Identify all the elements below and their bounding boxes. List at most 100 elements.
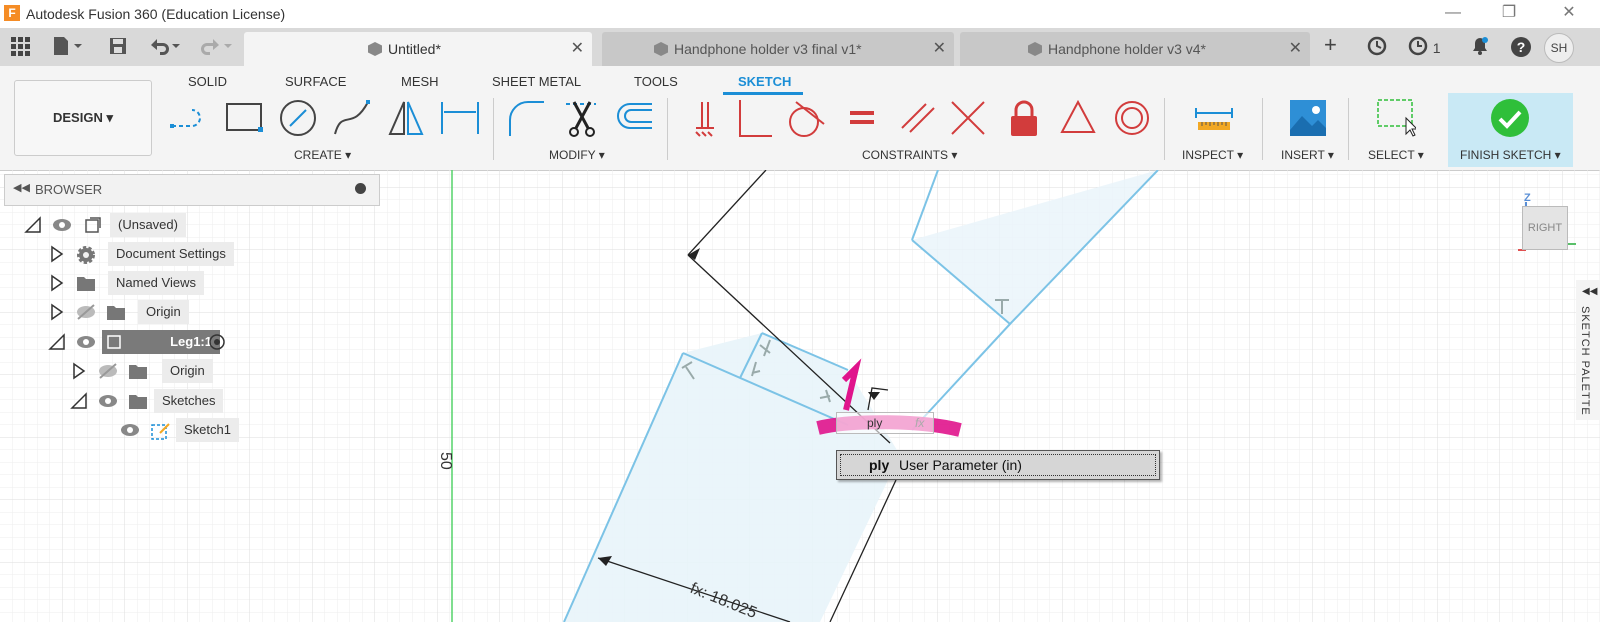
perpendicular-constraint-icon[interactable] [734,98,774,138]
trim-tool-icon[interactable] [562,98,602,138]
tab-label: Handphone holder v3 v4* [1048,41,1207,57]
modify-menu[interactable]: MODIFY ▾ [549,148,605,162]
tree-item-leg[interactable]: Leg1:1 [48,330,248,354]
dimension-tool-icon[interactable] [440,98,480,138]
folder-icon [76,274,95,292]
restore-button[interactable]: ❐ [1492,2,1526,24]
collapse-triangle-icon[interactable] [24,216,42,234]
component-icon [368,42,382,56]
tab-surface[interactable]: SURFACE [285,74,346,89]
component-icon [1028,42,1042,56]
autocomplete-item[interactable]: ply User Parameter (in) [840,454,1156,476]
offset-tool-icon[interactable] [614,98,654,138]
expand-palette-icon[interactable]: ◀◀ [1582,286,1597,297]
tab-untitled[interactable]: Untitled* ✕ [244,32,592,66]
parallel-constraint-icon[interactable] [898,98,938,138]
save-icon[interactable] [108,36,128,61]
create-menu[interactable]: CREATE ▾ [294,148,351,162]
circle-tool-icon[interactable] [278,98,318,138]
tab-solid[interactable]: SOLID [188,74,227,89]
axis-value-label: 50 [437,452,454,470]
folder-icon [106,303,125,321]
help-icon[interactable]: ? [1510,36,1532,63]
expand-triangle-icon[interactable] [48,303,66,321]
mirror-tool-icon[interactable] [386,98,426,138]
view-cube[interactable]: Z RIGHT [1512,192,1582,262]
sketch-palette-tab[interactable]: ◀◀ SKETCH PALETTE [1576,280,1600,420]
app-grid-icon[interactable] [10,36,30,61]
equal-constraint-icon[interactable] [844,98,884,138]
tab-handphone-holder-final[interactable]: Handphone holder v3 final v1* ✕ [602,32,954,66]
insert-menu[interactable]: INSERT ▾ [1281,148,1334,162]
view-cube-face[interactable]: RIGHT [1522,206,1568,250]
expand-triangle-icon[interactable] [70,362,88,380]
tree-item-origin[interactable]: Origin [48,300,248,324]
visibility-eye-icon[interactable] [120,421,139,439]
file-menu-icon[interactable] [52,36,84,61]
tab-mesh[interactable]: MESH [401,74,439,89]
expand-triangle-icon[interactable] [48,274,66,292]
fx-label[interactable]: fx [915,416,924,430]
window-title: Autodesk Fusion 360 (Education License) [26,6,286,22]
fix-lock-icon[interactable] [1004,98,1044,138]
rectangle-tool-icon[interactable] [224,98,264,138]
expand-triangle-icon[interactable] [48,245,66,263]
redo-icon[interactable] [198,36,234,61]
tree-item-sketches[interactable]: Sketches [70,389,270,413]
tab-tools[interactable]: TOOLS [634,74,678,89]
minimize-button[interactable]: — [1436,2,1470,24]
coincident-constraint-icon[interactable] [684,98,724,138]
tangent-constraint-icon[interactable] [786,98,826,138]
tab-close-icon[interactable]: ✕ [933,32,946,66]
tab-close-icon[interactable]: ✕ [1289,32,1302,66]
line-tool-icon[interactable] [170,98,210,138]
tab-close-icon[interactable]: ✕ [571,32,584,66]
visibility-eye-icon[interactable] [76,333,95,351]
select-window-icon[interactable] [1376,98,1419,138]
dimension-input[interactable]: ply fx [836,412,934,434]
tree-item-sketch1[interactable]: Sketch1 [120,418,260,442]
browser-options-icon[interactable] [355,183,366,194]
hidden-eye-icon[interactable] [98,362,117,380]
extensions-icon[interactable] [1367,36,1387,61]
tree-item-named-views[interactable]: Named Views [48,271,248,295]
tree-item-leg-origin[interactable]: Origin [70,359,270,383]
activate-radio-icon[interactable] [208,333,226,351]
tree-item-label: (Unsaved) [110,213,186,237]
select-menu[interactable]: SELECT ▾ [1368,148,1424,162]
insert-image-icon[interactable] [1288,98,1328,138]
collinear-constraint-icon[interactable] [948,98,988,138]
fillet-tool-icon[interactable] [506,98,546,138]
notifications-bell-icon[interactable] [1470,36,1490,61]
close-button[interactable]: ✕ [1552,2,1586,24]
measure-ruler-icon[interactable] [1194,98,1234,138]
concentric-constraint-icon[interactable] [1112,98,1152,138]
tree-item-label: Document Settings [108,242,234,266]
sketch-icon [150,421,170,440]
workspace-switcher[interactable]: DESIGN ▾ [14,80,152,156]
triangle-constraint-icon[interactable] [1058,98,1098,138]
undo-icon[interactable] [148,36,184,61]
collapse-triangle-icon[interactable] [48,333,66,351]
finish-sketch-check-icon[interactable] [1490,98,1530,138]
visibility-eye-icon[interactable] [52,216,71,234]
hidden-eye-icon[interactable] [76,303,95,321]
divider [493,98,494,160]
tree-item-document-settings[interactable]: Document Settings [48,242,268,266]
collapse-triangle-icon[interactable] [70,392,88,410]
collapse-browser-icon[interactable]: ◀◀ [13,181,30,194]
tree-item-label: Origin [162,359,213,383]
job-status-icon[interactable]: 1 [1408,36,1441,58]
tab-handphone-holder-v4[interactable]: Handphone holder v3 v4* ✕ [960,32,1310,66]
tab-sheet-metal[interactable]: SHEET METAL [492,74,581,89]
visibility-eye-icon[interactable] [98,392,117,410]
inspect-menu[interactable]: INSPECT ▾ [1182,148,1243,162]
constraints-menu[interactable]: CONSTRAINTS ▾ [862,148,957,162]
new-tab-button[interactable]: + [1324,32,1337,58]
user-avatar[interactable]: SH [1544,33,1574,63]
spline-tool-icon[interactable] [332,98,372,138]
tree-item-root[interactable]: (Unsaved) [24,213,224,237]
tab-sketch[interactable]: SKETCH [738,74,791,89]
finish-sketch-menu[interactable]: FINISH SKETCH ▾ [1460,148,1561,162]
toolbar-ribbon: DESIGN ▾ SOLID SURFACE MESH SHEET METAL … [0,66,1600,171]
